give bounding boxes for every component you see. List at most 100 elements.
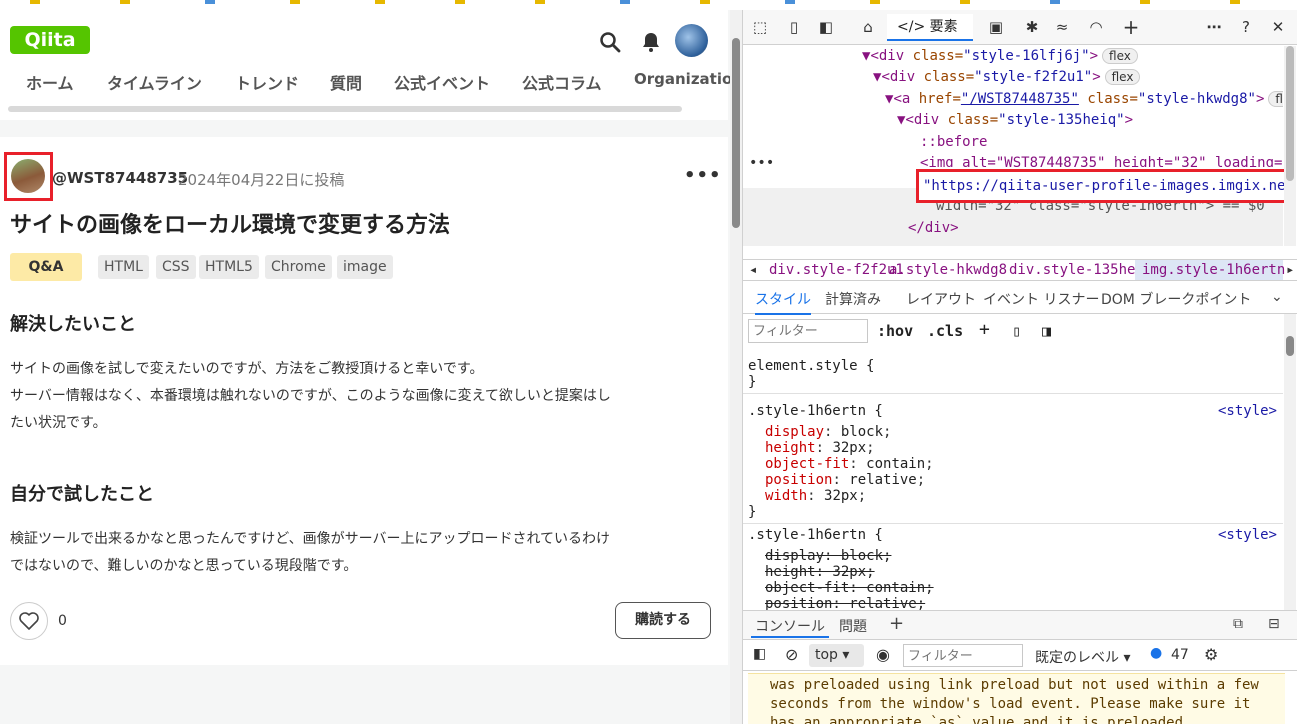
css-declaration[interactable]: object-fit: contain;	[765, 456, 934, 472]
page-scrollbar-thumb[interactable]	[732, 38, 740, 228]
tag-html5[interactable]: HTML5	[199, 255, 259, 279]
breadcrumb-item[interactable]: div.style-f2f2u1	[769, 262, 904, 278]
element-style-rule[interactable]: element.style {	[748, 358, 874, 374]
hov-toggle[interactable]: :hov	[877, 322, 913, 340]
flex-badge[interactable]: flex	[1104, 69, 1141, 85]
tab-styles[interactable]: スタイル	[755, 289, 811, 315]
dom-ellipsis[interactable]: •••	[749, 153, 774, 174]
dropdown-arrow-icon: ▾	[842, 647, 850, 663]
rule-selector[interactable]: .style-1h6ertn {	[748, 403, 883, 419]
nav-timeline[interactable]: タイムライン	[107, 70, 202, 94]
tag-html[interactable]: HTML	[98, 255, 149, 279]
rule-source-link[interactable]: <style>	[1218, 403, 1277, 419]
tag-chrome[interactable]: Chrome	[265, 255, 332, 279]
add-tab-icon[interactable]: +	[1122, 17, 1140, 37]
chevron-down-icon[interactable]: ⌄	[1271, 289, 1283, 305]
dom-node-line[interactable]: ▼<a href="/WST87448735" class="style-hkw…	[885, 89, 1283, 110]
like-button[interactable]	[10, 602, 48, 640]
new-rule-icon[interactable]: +	[979, 319, 990, 340]
dom-vertical-scrollbar-thumb[interactable]	[1286, 46, 1294, 181]
breadcrumb-item-selected[interactable]: img.style-1h6ertn	[1135, 260, 1285, 280]
tab-event-listeners[interactable]: イベント リスナー	[983, 289, 1099, 309]
img-src-url-highlight[interactable]: "https://qiita-user-profile-images.imgix…	[916, 169, 1292, 203]
nav-official-columns[interactable]: 公式コラム	[522, 70, 602, 94]
breadcrumb-left-arrow[interactable]: ◂	[749, 262, 757, 278]
tag-css[interactable]: CSS	[156, 255, 196, 279]
nav-questions[interactable]: 質問	[330, 70, 362, 94]
dom-node-line[interactable]: <img alt="WST87448735" height="32" loadi…	[920, 153, 1283, 167]
tab-console[interactable]: コンソール	[751, 616, 829, 638]
log-levels-dropdown[interactable]: 既定のレベル ▾	[1035, 647, 1130, 667]
clear-console-icon[interactable]: ⊘	[785, 645, 798, 664]
page-scrollbar[interactable]	[730, 10, 742, 724]
css-declaration-overridden[interactable]: height: 32px;	[765, 564, 875, 580]
css-declaration[interactable]: position: relative;	[765, 472, 925, 488]
console-settings-gear-icon[interactable]: ⚙	[1204, 645, 1218, 664]
dom-node-line[interactable]: ▼<div class="style-16lfj6j"> flex	[862, 46, 1138, 67]
subscribe-button[interactable]: 購読する	[615, 602, 711, 639]
sources-bug-icon[interactable]: ✱	[1023, 18, 1041, 36]
nav-official-events[interactable]: 公式イベント	[394, 70, 490, 94]
dom-node-line[interactable]: ▼<div class="style-135heiq">	[897, 110, 1133, 131]
console-tab-icon[interactable]: ▣	[987, 18, 1005, 36]
rule-source-link[interactable]: <style>	[1218, 527, 1277, 543]
css-declaration-overridden[interactable]: display: block;	[765, 548, 891, 564]
nav-scrollbar[interactable]	[8, 106, 682, 112]
tab-issues[interactable]: 問題	[839, 616, 867, 636]
breadcrumb-item[interactable]: a.style-hkwdg8	[889, 262, 1007, 278]
welcome-home-icon[interactable]: ⌂	[859, 18, 877, 36]
context-selector[interactable]: top ▾	[809, 644, 864, 667]
bell-icon[interactable]	[639, 30, 663, 54]
search-icon[interactable]	[598, 30, 622, 54]
qiita-logo[interactable]: Qiita	[10, 26, 90, 54]
user-avatar[interactable]	[675, 24, 708, 57]
flex-badge[interactable]: fle	[1268, 91, 1283, 107]
dock-side-icon[interactable]: ◧	[817, 18, 835, 36]
tag-image[interactable]: image	[337, 255, 393, 279]
css-declaration[interactable]: height: 32px;	[765, 440, 875, 456]
css-declaration-overridden[interactable]: object-fit: contain;	[765, 580, 934, 596]
dom-tree[interactable]: ▼<div class="style-16lfj6j"> flex ▼<div c…	[743, 46, 1283, 246]
dock-drawer-icon[interactable]: ⧉	[1233, 616, 1243, 632]
breadcrumb-item[interactable]: div.style-135heiq	[1009, 262, 1152, 278]
dom-node-line[interactable]: ▼<div class="style-f2f2u1"> flex	[873, 67, 1141, 88]
tab-elements[interactable]: </> 要素	[887, 14, 973, 41]
css-declaration[interactable]: width: 32px;	[765, 488, 866, 504]
author-username[interactable]: @WST87448735	[52, 169, 188, 187]
dom-pseudo-line[interactable]: ::before	[920, 132, 987, 153]
tab-layout[interactable]: レイアウト	[906, 289, 976, 309]
paint-brush-icon[interactable]: ▯	[1012, 322, 1021, 340]
live-expression-eye-icon[interactable]: ◉	[876, 645, 890, 664]
styles-scrollbar[interactable]	[1284, 314, 1296, 614]
rule-selector[interactable]: .style-1h6ertn {	[748, 527, 883, 543]
flex-badge[interactable]: flex	[1102, 48, 1138, 64]
css-declaration[interactable]: display: block;	[765, 424, 891, 440]
dom-node-line[interactable]: </div>	[908, 218, 959, 239]
nav-trend[interactable]: トレンド	[235, 70, 299, 94]
console-filter-input[interactable]	[903, 644, 1023, 667]
add-drawer-tab-icon[interactable]: +	[889, 613, 904, 634]
breadcrumb-right-arrow[interactable]: ▸	[1286, 262, 1294, 278]
styles-filter-input[interactable]	[748, 319, 868, 343]
nav-organization[interactable]: Organization	[634, 70, 742, 88]
dom-vertical-scrollbar[interactable]	[1284, 46, 1296, 246]
sidebar-toggle-icon[interactable]: ◨	[1042, 322, 1051, 340]
help-icon[interactable]: ?	[1237, 18, 1255, 36]
network-wifi-icon[interactable]: ≈	[1053, 18, 1071, 36]
sidebar-toggle-icon[interactable]: ◧	[753, 646, 766, 662]
tab-dom-breakpoints[interactable]: DOM ブレークポイント	[1101, 289, 1251, 309]
tab-computed[interactable]: 計算済み	[825, 289, 881, 309]
close-devtools-icon[interactable]: ✕	[1269, 18, 1287, 36]
console-warning-message[interactable]: was preloaded using link preload but not…	[748, 673, 1285, 724]
more-tools-icon[interactable]: ⋯	[1205, 18, 1223, 36]
author-avatar[interactable]	[11, 159, 45, 193]
nav-home[interactable]: ホーム	[26, 70, 74, 94]
device-toolbar-icon[interactable]: ▯	[785, 18, 803, 36]
performance-gauge-icon[interactable]: ◠	[1087, 18, 1105, 36]
cls-toggle[interactable]: .cls	[927, 322, 963, 340]
inspect-element-icon[interactable]: ⬚	[751, 18, 769, 36]
styles-scrollbar-thumb[interactable]	[1286, 336, 1294, 356]
more-options-icon[interactable]: •••	[684, 165, 722, 186]
close-drawer-icon[interactable]: ⊟	[1268, 616, 1280, 632]
message-bubble-icon[interactable]: ●	[1150, 645, 1162, 661]
